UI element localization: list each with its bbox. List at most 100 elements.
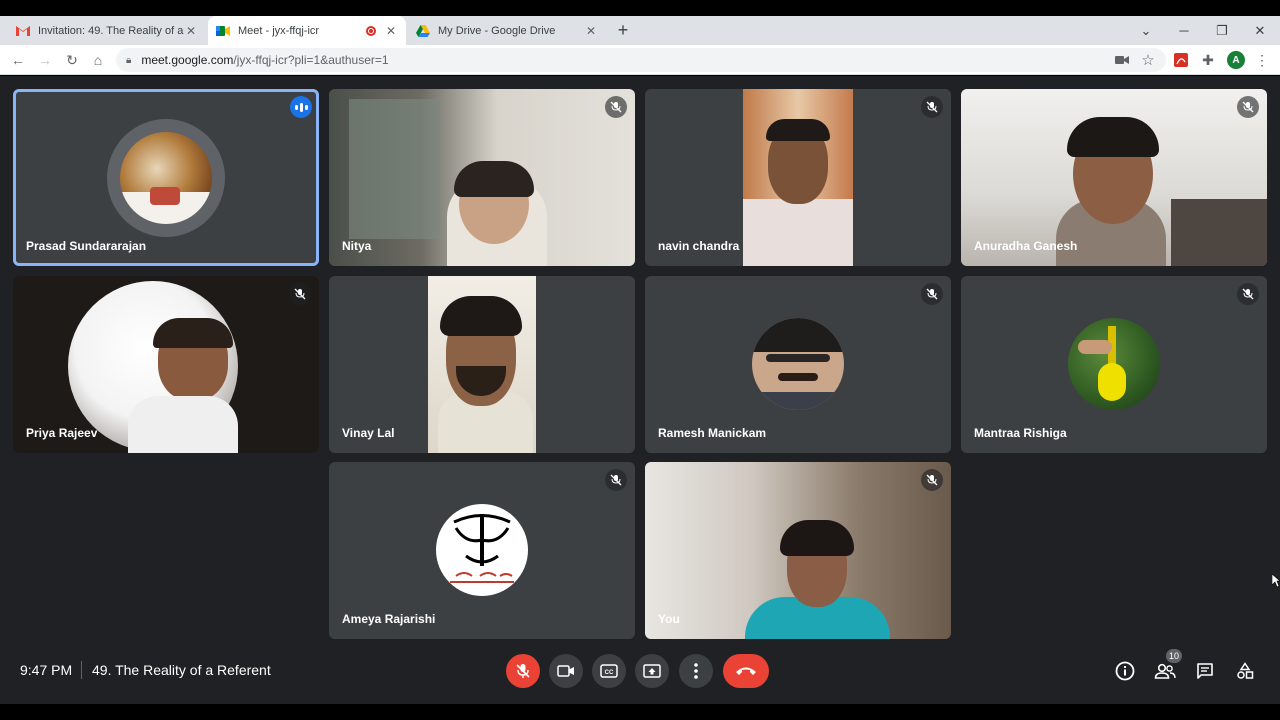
video-feed [645,462,951,639]
participant-name: Vinay Lal [342,426,395,440]
participant-tile[interactable]: You [645,462,951,639]
video-feed [428,276,536,453]
toggle-camera-button[interactable] [549,654,583,688]
participant-name: Ramesh Manickam [658,426,767,440]
minimize-button[interactable]: ─ [1169,16,1199,45]
leave-call-button[interactable] [723,654,769,688]
tab-title: My Drive - Google Drive [438,24,556,37]
mic-off-icon [605,469,627,491]
screen: Invitation: 49. The Reality of a Ref ✕ M… [0,0,1280,720]
pdf-extension-icon[interactable] [1172,51,1190,69]
browser-toolbar: ← → ↻ ⌂ 🔒︎ meet.google.com/jyx-ffqj-icr?… [0,45,1280,75]
reload-icon[interactable]: ↻ [61,45,83,75]
bookmark-star-icon[interactable]: ☆ [1139,51,1157,69]
close-window-button[interactable]: ✕ [1245,16,1275,45]
close-icon[interactable]: ✕ [184,24,198,38]
participant-tile[interactable]: Ameya Rajarishi [329,462,635,639]
participant-name: Priya Rajeev [26,426,98,440]
restore-button[interactable]: ❐ [1207,16,1237,45]
present-icon [643,664,661,678]
camera-icon[interactable] [1113,51,1131,69]
avatar [1068,318,1160,410]
info-icon [1115,661,1135,681]
menu-kebab-icon[interactable]: ⋮ [1253,51,1271,69]
tab-search-icon[interactable]: ⌄ [1131,16,1161,45]
new-tab-button[interactable]: + [614,16,632,45]
mouse-cursor-icon [1272,574,1280,588]
participant-tile[interactable]: navin chandra [645,89,951,266]
participant-name: You [658,612,680,626]
participant-name: Nitya [342,239,372,253]
forward-icon[interactable]: → [34,45,56,75]
mic-off-icon [516,664,530,678]
meeting-controls: 9:47 PM 49. The Reality of a Referent CC… [0,640,1280,704]
participant-name: navin chandra [658,239,740,253]
mic-off-icon [921,96,943,118]
mic-off-icon [1237,283,1259,305]
tab-strip: Invitation: 49. The Reality of a Ref ✕ M… [0,16,1280,45]
activities-button[interactable] [1232,658,1258,684]
gmail-icon [16,24,30,38]
participant-name: Mantraa Rishiga [974,426,1067,440]
participant-tile[interactable]: Anuradha Ganesh [961,89,1267,266]
home-icon[interactable]: ⌂ [87,45,109,75]
current-time: 9:47 PM [20,662,73,678]
meet-stage: Prasad Sundararajan Nitya navin chandra … [0,76,1280,704]
toggle-mic-button[interactable] [506,654,540,688]
avatar [120,132,212,224]
avatar [752,318,844,410]
participant-tile[interactable]: Ramesh Manickam [645,276,951,453]
participant-name: Ameya Rajarishi [342,612,436,626]
svg-text:CC: CC [605,670,614,676]
chat-button[interactable] [1192,658,1218,684]
close-icon[interactable]: ✕ [584,24,598,38]
tab-title: Meet - jyx-ffqj-icr [238,24,320,37]
participant-name: Anuradha Ganesh [974,239,1078,253]
mic-off-icon [921,469,943,491]
tab-title: Invitation: 49. The Reality of a Ref [38,24,184,37]
present-screen-button[interactable] [635,654,669,688]
divider [81,661,82,679]
participant-tile[interactable]: Priya Rajeev [13,276,319,453]
recording-icon [366,25,376,36]
extensions-puzzle-icon[interactable]: ✚ [1199,51,1217,69]
captions-button[interactable]: CC [592,654,626,688]
kebab-menu-icon [694,663,698,679]
mic-off-icon [289,283,311,305]
speaking-indicator-icon [290,96,312,118]
participant-tile[interactable]: Mantraa Rishiga [961,276,1267,453]
close-icon[interactable]: ✕ [384,24,398,38]
hang-up-icon [736,667,756,675]
mic-off-icon [605,96,627,118]
participant-count-badge: 10 [1166,649,1182,663]
address-bar[interactable]: 🔒︎ meet.google.com/jyx-ffqj-icr?pli=1&au… [116,48,1166,72]
drive-icon [416,24,430,38]
more-options-button[interactable] [679,654,713,688]
meet-icon [216,24,230,38]
tab-drive[interactable]: My Drive - Google Drive ✕ [408,16,606,45]
profile-avatar[interactable]: A [1227,51,1245,69]
participant-name: Prasad Sundararajan [26,239,147,253]
tab-gmail[interactable]: Invitation: 49. The Reality of a Ref ✕ [8,16,206,45]
bottom-bar [0,704,1280,720]
chat-icon [1197,663,1213,679]
tab-meet[interactable]: Meet - jyx-ffqj-icr ✕ [208,16,406,45]
participant-tile[interactable]: Vinay Lal [329,276,635,453]
avatar [436,504,528,596]
lock-icon: 🔒︎ [126,54,132,66]
meeting-title: 49. The Reality of a Referent [92,662,271,678]
camera-icon [557,665,574,677]
participant-tile[interactable]: Nitya [329,89,635,266]
top-bar [0,0,1280,16]
video-feed [743,89,853,266]
mic-off-icon [921,283,943,305]
mic-off-icon [1237,96,1259,118]
address-path: /jyx-ffqj-icr?pli=1&authuser=1 [233,53,389,67]
back-icon[interactable]: ← [7,45,29,75]
participant-tile[interactable]: Prasad Sundararajan [13,89,319,266]
meeting-details-button[interactable] [1112,658,1138,684]
activities-shapes-icon [1237,662,1254,679]
logo-icon [450,514,514,583]
address-host: meet.google.com [141,53,234,67]
people-icon [1154,663,1176,679]
